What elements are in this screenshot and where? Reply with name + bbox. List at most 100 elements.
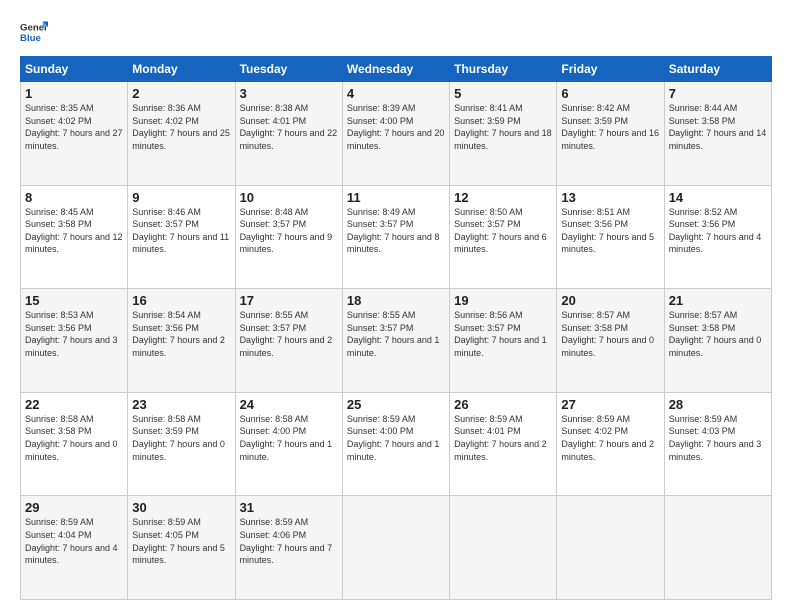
day-number: 24	[240, 397, 338, 412]
day-number: 25	[347, 397, 445, 412]
day-info: Sunrise: 8:58 AM Sunset: 4:00 PM Dayligh…	[240, 413, 338, 463]
calendar-header-row: Sunday Monday Tuesday Wednesday Thursday…	[21, 57, 772, 82]
col-wednesday: Wednesday	[342, 57, 449, 82]
day-info: Sunrise: 8:57 AM Sunset: 3:58 PM Dayligh…	[669, 309, 767, 359]
table-row: 1Sunrise: 8:35 AM Sunset: 4:02 PM Daylig…	[21, 82, 128, 186]
table-row: 24Sunrise: 8:58 AM Sunset: 4:00 PM Dayli…	[235, 392, 342, 496]
day-info: Sunrise: 8:59 AM Sunset: 4:03 PM Dayligh…	[669, 413, 767, 463]
day-info: Sunrise: 8:48 AM Sunset: 3:57 PM Dayligh…	[240, 206, 338, 256]
day-number: 11	[347, 190, 445, 205]
col-tuesday: Tuesday	[235, 57, 342, 82]
day-number: 26	[454, 397, 552, 412]
logo-icon: General Blue	[20, 18, 48, 46]
table-row: 2Sunrise: 8:36 AM Sunset: 4:02 PM Daylig…	[128, 82, 235, 186]
table-row: 18Sunrise: 8:55 AM Sunset: 3:57 PM Dayli…	[342, 289, 449, 393]
calendar-table: Sunday Monday Tuesday Wednesday Thursday…	[20, 56, 772, 600]
day-info: Sunrise: 8:55 AM Sunset: 3:57 PM Dayligh…	[240, 309, 338, 359]
day-number: 23	[132, 397, 230, 412]
day-number: 13	[561, 190, 659, 205]
day-number: 8	[25, 190, 123, 205]
table-row: 13Sunrise: 8:51 AM Sunset: 3:56 PM Dayli…	[557, 185, 664, 289]
day-info: Sunrise: 8:56 AM Sunset: 3:57 PM Dayligh…	[454, 309, 552, 359]
day-info: Sunrise: 8:45 AM Sunset: 3:58 PM Dayligh…	[25, 206, 123, 256]
table-row: 31Sunrise: 8:59 AM Sunset: 4:06 PM Dayli…	[235, 496, 342, 600]
day-number: 3	[240, 86, 338, 101]
table-row: 29Sunrise: 8:59 AM Sunset: 4:04 PM Dayli…	[21, 496, 128, 600]
day-info: Sunrise: 8:55 AM Sunset: 3:57 PM Dayligh…	[347, 309, 445, 359]
table-row: 26Sunrise: 8:59 AM Sunset: 4:01 PM Dayli…	[450, 392, 557, 496]
table-row: 4Sunrise: 8:39 AM Sunset: 4:00 PM Daylig…	[342, 82, 449, 186]
day-number: 14	[669, 190, 767, 205]
table-row: 23Sunrise: 8:58 AM Sunset: 3:59 PM Dayli…	[128, 392, 235, 496]
col-friday: Friday	[557, 57, 664, 82]
day-number: 10	[240, 190, 338, 205]
calendar-week-1: 1Sunrise: 8:35 AM Sunset: 4:02 PM Daylig…	[21, 82, 772, 186]
table-row: 22Sunrise: 8:58 AM Sunset: 3:58 PM Dayli…	[21, 392, 128, 496]
table-row: 20Sunrise: 8:57 AM Sunset: 3:58 PM Dayli…	[557, 289, 664, 393]
day-number: 4	[347, 86, 445, 101]
calendar-week-2: 8Sunrise: 8:45 AM Sunset: 3:58 PM Daylig…	[21, 185, 772, 289]
day-number: 5	[454, 86, 552, 101]
day-info: Sunrise: 8:58 AM Sunset: 3:59 PM Dayligh…	[132, 413, 230, 463]
day-number: 16	[132, 293, 230, 308]
table-row: 15Sunrise: 8:53 AM Sunset: 3:56 PM Dayli…	[21, 289, 128, 393]
col-monday: Monday	[128, 57, 235, 82]
day-number: 28	[669, 397, 767, 412]
day-info: Sunrise: 8:58 AM Sunset: 3:58 PM Dayligh…	[25, 413, 123, 463]
day-info: Sunrise: 8:36 AM Sunset: 4:02 PM Dayligh…	[132, 102, 230, 152]
table-row: 17Sunrise: 8:55 AM Sunset: 3:57 PM Dayli…	[235, 289, 342, 393]
calendar: Sunday Monday Tuesday Wednesday Thursday…	[20, 56, 772, 600]
table-row: 5Sunrise: 8:41 AM Sunset: 3:59 PM Daylig…	[450, 82, 557, 186]
day-info: Sunrise: 8:54 AM Sunset: 3:56 PM Dayligh…	[132, 309, 230, 359]
day-number: 17	[240, 293, 338, 308]
table-row: 28Sunrise: 8:59 AM Sunset: 4:03 PM Dayli…	[664, 392, 771, 496]
day-number: 2	[132, 86, 230, 101]
calendar-week-3: 15Sunrise: 8:53 AM Sunset: 3:56 PM Dayli…	[21, 289, 772, 393]
calendar-week-4: 22Sunrise: 8:58 AM Sunset: 3:58 PM Dayli…	[21, 392, 772, 496]
day-number: 12	[454, 190, 552, 205]
day-info: Sunrise: 8:59 AM Sunset: 4:02 PM Dayligh…	[561, 413, 659, 463]
day-info: Sunrise: 8:59 AM Sunset: 4:01 PM Dayligh…	[454, 413, 552, 463]
day-info: Sunrise: 8:50 AM Sunset: 3:57 PM Dayligh…	[454, 206, 552, 256]
table-row: 16Sunrise: 8:54 AM Sunset: 3:56 PM Dayli…	[128, 289, 235, 393]
calendar-page: General Blue Sunday Monday Tuesday Wedne…	[0, 0, 792, 612]
day-info: Sunrise: 8:44 AM Sunset: 3:58 PM Dayligh…	[669, 102, 767, 152]
logo: General Blue	[20, 18, 48, 46]
day-info: Sunrise: 8:59 AM Sunset: 4:05 PM Dayligh…	[132, 516, 230, 566]
table-row: 10Sunrise: 8:48 AM Sunset: 3:57 PM Dayli…	[235, 185, 342, 289]
day-number: 27	[561, 397, 659, 412]
day-info: Sunrise: 8:57 AM Sunset: 3:58 PM Dayligh…	[561, 309, 659, 359]
day-info: Sunrise: 8:52 AM Sunset: 3:56 PM Dayligh…	[669, 206, 767, 256]
day-info: Sunrise: 8:42 AM Sunset: 3:59 PM Dayligh…	[561, 102, 659, 152]
day-info: Sunrise: 8:39 AM Sunset: 4:00 PM Dayligh…	[347, 102, 445, 152]
day-number: 6	[561, 86, 659, 101]
day-number: 18	[347, 293, 445, 308]
table-row: 12Sunrise: 8:50 AM Sunset: 3:57 PM Dayli…	[450, 185, 557, 289]
day-info: Sunrise: 8:41 AM Sunset: 3:59 PM Dayligh…	[454, 102, 552, 152]
day-number: 15	[25, 293, 123, 308]
table-row: 8Sunrise: 8:45 AM Sunset: 3:58 PM Daylig…	[21, 185, 128, 289]
svg-text:Blue: Blue	[20, 33, 41, 44]
day-info: Sunrise: 8:49 AM Sunset: 3:57 PM Dayligh…	[347, 206, 445, 256]
table-row: 11Sunrise: 8:49 AM Sunset: 3:57 PM Dayli…	[342, 185, 449, 289]
day-number: 31	[240, 500, 338, 515]
table-row: 3Sunrise: 8:38 AM Sunset: 4:01 PM Daylig…	[235, 82, 342, 186]
day-number: 29	[25, 500, 123, 515]
table-row: 30Sunrise: 8:59 AM Sunset: 4:05 PM Dayli…	[128, 496, 235, 600]
day-number: 9	[132, 190, 230, 205]
day-number: 21	[669, 293, 767, 308]
table-row: 14Sunrise: 8:52 AM Sunset: 3:56 PM Dayli…	[664, 185, 771, 289]
day-number: 19	[454, 293, 552, 308]
day-info: Sunrise: 8:38 AM Sunset: 4:01 PM Dayligh…	[240, 102, 338, 152]
day-info: Sunrise: 8:46 AM Sunset: 3:57 PM Dayligh…	[132, 206, 230, 256]
col-saturday: Saturday	[664, 57, 771, 82]
day-info: Sunrise: 8:35 AM Sunset: 4:02 PM Dayligh…	[25, 102, 123, 152]
day-info: Sunrise: 8:59 AM Sunset: 4:00 PM Dayligh…	[347, 413, 445, 463]
calendar-week-5: 29Sunrise: 8:59 AM Sunset: 4:04 PM Dayli…	[21, 496, 772, 600]
day-info: Sunrise: 8:59 AM Sunset: 4:04 PM Dayligh…	[25, 516, 123, 566]
day-number: 7	[669, 86, 767, 101]
day-number: 30	[132, 500, 230, 515]
day-number: 22	[25, 397, 123, 412]
day-info: Sunrise: 8:51 AM Sunset: 3:56 PM Dayligh…	[561, 206, 659, 256]
day-number: 1	[25, 86, 123, 101]
